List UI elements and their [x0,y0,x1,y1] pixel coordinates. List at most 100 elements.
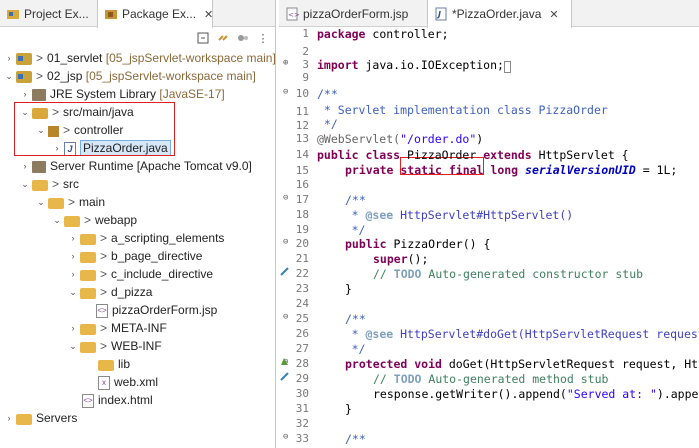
library-icon [32,89,46,101]
tree-label: Servers [36,411,78,425]
line-number: 18 [295,208,309,221]
tree-label: Server Runtime [Apache Tomcat v9.0] [50,159,252,173]
tree-item-02-jsp[interactable]: ⌄ > 02_jsp [05_jspServlet-workspace main… [4,67,256,85]
left-tab-bar: Project Ex... Package Ex... ✕ [0,0,275,28]
folder-icon [80,342,96,353]
code-line-29: // TODO Auto-generated method stub [373,372,609,386]
svg-text:<>: <> [288,11,299,19]
tree-item-meta-inf[interactable]: › > META-INF [68,319,167,337]
tree-item-src[interactable]: ⌄ > src [20,175,79,193]
tree-item-b-page[interactable]: › > b_page_directive [68,247,202,265]
collapse-arrow-icon[interactable]: ⌄ [68,287,78,298]
code-line-20: public PizzaOrder() { [345,237,491,251]
collapse-arrow-icon[interactable]: ⌄ [52,215,62,226]
folder-icon [32,180,48,191]
tree-item-c-include[interactable]: › > c_include_directive [68,265,213,283]
collapse-arrow-icon[interactable]: ⌄ [68,341,78,352]
collapse-arrow-icon[interactable]: ⌄ [36,197,46,208]
expand-arrow-icon[interactable]: › [20,161,30,171]
tree-item-jre-library[interactable]: › JRE System Library [JavaSE-17] [20,85,225,103]
tab-project-explorer[interactable]: Project Ex... [0,0,98,27]
folder-icon [80,324,96,335]
tree-item-lib[interactable]: lib [98,355,130,373]
tab-package-explorer[interactable]: Package Ex... ✕ [97,0,213,28]
editor-tab-bar: <> pizzaOrderForm.jsp J *PizzaOrder.java… [279,0,699,28]
line-number: 27 [295,342,309,355]
code-line-19: */ [317,223,366,237]
tree-item-pizzaorderform-jsp[interactable]: <> pizzaOrderForm.jsp [96,301,217,319]
folder-icon [64,216,80,227]
line-number: 15 [295,164,309,177]
code-line-1: package controller; [317,27,449,41]
code-editor[interactable]: 1 2 3 9 10 11 12 13 14 15 16 17 18 19 20… [279,27,699,448]
jsp-file-icon: <> [285,7,300,21]
override-marker-icon[interactable] [280,357,289,366]
tree-item-server-runtime[interactable]: › Server Runtime [Apache Tomcat v9.0] [20,157,252,175]
line-number: 19 [295,223,309,236]
expand-arrow-icon[interactable]: › [68,323,78,333]
line-number: 32 [295,417,309,430]
tree-label: JRE System Library [50,87,157,101]
line-number: 31 [295,402,309,415]
line-number: 17 [279,193,309,206]
tree-item-web-xml[interactable]: x web.xml [98,373,158,391]
tree-label: web.xml [114,375,159,389]
expand-arrow-icon[interactable]: › [4,413,14,423]
tree-item-web-inf[interactable]: ⌄ > WEB-INF [68,337,162,355]
editor-pane: <> pizzaOrderForm.jsp J *PizzaOrder.java… [279,0,699,448]
tree-item-servers[interactable]: › Servers [4,409,77,427]
line-number: 14 [295,148,309,161]
tree-item-a-scripting[interactable]: › > a_scripting_elements [68,229,224,247]
jsp-file-icon: <> [96,303,108,318]
tree-label: src [63,177,80,191]
line-number: 13 [295,132,309,145]
tree-suffix: [05_jspServlet-workspace main] [85,69,256,83]
override-marker-icon[interactable] [280,267,289,276]
package-explorer-pane: Project Ex... Package Ex... ✕ ⋮ › > 01_s… [0,0,276,448]
collapse-arrow-icon[interactable]: ⌄ [20,179,30,190]
code-line-30: response.getWriter().append("Served at: … [373,387,699,401]
line-number: 20 [279,237,309,250]
line-number: 9 [302,71,309,84]
code-line-21: super(); [373,252,429,266]
code-line-15: private static final long serialVersionU… [345,163,678,177]
expand-arrow-icon[interactable]: › [68,269,78,279]
more-options-icon[interactable]: ⋮ [255,30,271,46]
line-number: 16 [295,178,309,191]
tree-label: lib [118,357,131,371]
tree-item-webapp[interactable]: ⌄ > webapp [52,211,137,229]
project-explorer-icon [6,7,20,21]
close-icon[interactable]: ✕ [549,8,558,21]
library-icon [32,161,46,173]
project-icon [16,53,32,65]
expand-arrow-icon[interactable]: › [20,89,30,99]
expand-arrow-icon[interactable]: › [4,53,14,63]
tab-pizzaorder-java[interactable]: J *PizzaOrder.java ✕ [427,0,572,28]
link-with-editor-icon[interactable] [215,30,231,46]
package-explorer-icon [104,7,118,21]
xml-file-icon: x [98,375,110,390]
tree-item-main[interactable]: ⌄ > main [36,193,105,211]
code-line-28: protected void doGet(HttpServletRequest … [345,357,699,371]
tree-item-d-pizza[interactable]: ⌄ > d_pizza [68,283,152,301]
expand-arrow-icon[interactable]: › [68,251,78,261]
view-menu-icon[interactable] [235,30,251,46]
line-number: 3 [279,58,309,71]
line-number: 12 [295,119,309,132]
line-number: 11 [295,105,309,118]
line-number: 23 [295,282,309,295]
tab-pizzaorderform-jsp[interactable]: <> pizzaOrderForm.jsp [279,0,427,27]
tree-item-01-servlet[interactable]: › > 01_servlet [05_jspServlet-workspace … [4,49,276,67]
code-line-31: } [345,402,352,416]
code-line-12: */ [317,117,338,131]
tree-item-index-html[interactable]: <> index.html [82,391,153,409]
close-icon[interactable]: ✕ [204,8,213,21]
tree-label: 02_jsp [47,69,83,83]
collapse-all-icon[interactable] [195,30,211,46]
expand-arrow-icon[interactable]: › [68,233,78,243]
tree-label: c_include_directive [111,267,214,281]
task-marker-icon[interactable] [280,372,289,381]
folder-icon [16,414,32,425]
code-line-14: public class PizzaOrder extends HttpServ… [317,148,629,162]
collapse-arrow-icon[interactable]: ⌄ [4,71,14,82]
